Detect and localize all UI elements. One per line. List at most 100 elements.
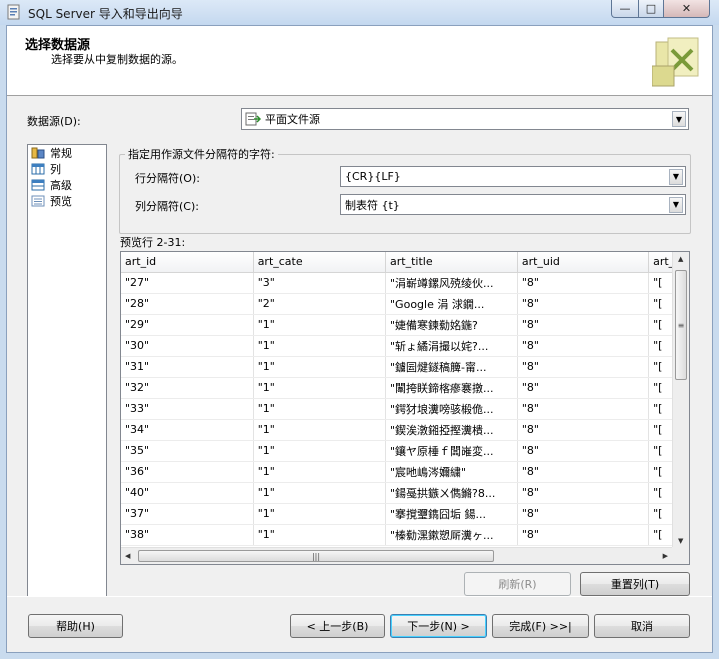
footer-divider [7,596,712,597]
table-cell: "8" [517,524,650,546]
table-row: "31" "1" "鐪囩煡鐩稿簲-甯... "8" "[ [121,356,689,378]
table-cell: "37" [121,503,254,525]
table-cell: "29" [121,314,254,336]
table-cell: "1" [253,524,387,546]
nav-item-preview[interactable]: 预览 [28,193,106,209]
next-button[interactable]: 下一步(N) > [390,614,487,638]
maximize-button[interactable]: □ [638,0,664,18]
nav-item-advanced[interactable]: 高级 [28,177,106,193]
table-cell: "38" [121,524,254,546]
table-cell: "1" [253,314,387,336]
table-cell: "2" [253,293,387,315]
table-cell: "搴撹瓕鐫囧垢 鍚... [385,503,518,525]
reset-columns-button[interactable]: 重置列(T) [580,572,690,596]
nav-label-advanced: 高级 [50,179,72,192]
cancel-button[interactable]: 取消 [594,614,690,638]
scroll-left-icon[interactable]: ◀ [125,552,130,560]
table-cell: "榛勬潶鏉愬厛瀵ヶ... [385,524,518,546]
table-cell: "36" [121,461,254,483]
col-delimiter-label: 列分隔符(C): [135,200,199,213]
table-cell: "8" [517,335,650,357]
table-cell: "8" [517,503,650,525]
nav-label-general: 常规 [50,147,72,160]
table-cell: "1" [253,419,387,441]
table-cell: "宸吔嶋涔嬭繍" [385,461,518,483]
maximize-icon: □ [645,2,657,15]
minimize-icon: — [619,2,631,15]
table-cell: "涓嶄竴鏍风殑绫伙... [385,272,518,294]
table-cell: "8" [517,293,650,315]
scroll-down-icon[interactable]: ▼ [678,537,683,545]
table-cell: "3" [253,272,387,294]
table-cell: "婕備寒鍊勬姳鍦? [385,314,518,336]
table-cell: "1" [253,335,387,357]
table-row: "33" "1" "鍔犲埌瀵嗙骇椴佹... "8" "[ [121,398,689,420]
table-cell: "32" [121,377,254,399]
preview-label: 预览行 2-31: [120,236,186,249]
table-cell: "28" [121,293,254,315]
table-row: "34" "1" "鍥涘潡鎺掗摼瀵樻... "8" "[ [121,419,689,441]
minimize-button[interactable]: — [611,0,639,18]
table-cell: "1" [253,440,387,462]
row-delimiter-select[interactable]: {CR}{LF} ▼ [340,166,686,187]
table-row: "27" "3" "涓嶄竴鏍风殑绫伙... "8" "[ [121,272,689,294]
table-cell: "鍔犲埌瀵嗙骇椴佹... [385,398,518,420]
table-cell: "1" [253,461,387,483]
nav-item-general[interactable]: 常规 [28,145,106,161]
table-row: "35" "1" "鑲ヤ原棰ｆ闆嶉変... "8" "[ [121,440,689,462]
table-cell: "鍚戞拱鏃ㄨ儁鏅?8... [385,482,518,504]
back-button[interactable]: < 上一步(B) [290,614,385,638]
table-cell: "Google 涓 浗鐗... [385,293,518,315]
column-header[interactable]: art_uid [517,252,650,273]
column-header[interactable]: art_title [385,252,518,273]
chevron-down-icon[interactable]: ▼ [672,111,686,127]
row-delimiter-value: {CR}{LF} [345,170,401,183]
help-button[interactable]: 帮助(H) [28,614,123,638]
general-icon [31,147,45,159]
table-cell: "8" [517,314,650,336]
nav-item-columns[interactable]: 列 [28,161,106,177]
col-delimiter-select[interactable]: 制表符 {t} ▼ [340,194,686,215]
table-cell: "8" [517,461,650,483]
table-row: "29" "1" "婕備寒鍊勬姳鍦? "8" "[ [121,314,689,336]
scroll-up-icon[interactable]: ▲ [678,255,683,263]
datasource-label: 数据源(D): [27,115,81,128]
table-row: "40" "1" "鍚戞拱鏃ㄨ儁鏅?8... "8" "[ [121,482,689,504]
advanced-icon [31,179,45,191]
column-header[interactable]: art_cate [253,252,387,273]
page-subtitle: 选择要从中复制数据的源。 [51,53,183,66]
table-row: "38" "1" "榛勬潶鏉愬厛瀵ヶ... "8" "[ [121,524,689,546]
table-row: "30" "1" "斩ょ繘涓撮以姹?... "8" "[ [121,335,689,357]
column-header[interactable]: art_id [121,252,254,273]
horizontal-scroll-thumb[interactable]: ||| [138,550,494,562]
finish-button[interactable]: 完成(F) >>| [492,614,589,638]
refresh-button[interactable]: 刷新(R) [464,572,571,596]
table-cell: "1" [253,503,387,525]
table-row: "28" "2" "Google 涓 浗鐗... "8" "[ [121,293,689,315]
table-cell: "8" [517,356,650,378]
delimiter-group-title: 指定用作源文件分隔符的字符: [125,146,278,162]
table-cell: "35" [121,440,254,462]
close-button[interactable]: ✕ [663,0,710,18]
chevron-down-icon[interactable]: ▼ [669,168,683,185]
table-cell: "鐪囩煡鐩稿簲-甯... [385,356,518,378]
nav-label-columns: 列 [50,163,61,176]
table-cell: "40" [121,482,254,504]
table-cell: "1" [253,356,387,378]
vertical-scroll-thumb[interactable]: ≡ [675,270,687,380]
vertical-scrollbar[interactable]: ▲ ≡ ▼ [672,252,689,548]
wizard-window: 选择数据源 选择要从中复制数据的源。 数据源(D): 平面文件源 ▼ 常规 列 … [6,25,713,653]
table-row: "37" "1" "搴撹瓕鐫囧垢 鍚... "8" "[ [121,503,689,525]
wizard-header: 选择数据源 选择要从中复制数据的源。 [7,26,712,96]
preview-grid[interactable]: art_id art_cate art_title art_uid art_ "27" "… [120,251,690,565]
horizontal-scrollbar[interactable]: ◀ ||| ▶ [121,547,672,564]
window-title: SQL Server 导入和导出向导 [28,7,183,21]
chevron-down-icon[interactable]: ▼ [669,196,683,213]
table-cell: "1" [253,377,387,399]
scroll-right-icon[interactable]: ▶ [663,552,668,560]
table-cell: "鍥涘潡鎺掗摼瀵樻... [385,419,518,441]
wizard-logo-icon [652,37,699,87]
table-row: "32" "1" "闈挎眹鍗楁瘮褰撴... "8" "[ [121,377,689,399]
table-cell: "34" [121,419,254,441]
datasource-select[interactable]: 平面文件源 ▼ [241,108,689,130]
